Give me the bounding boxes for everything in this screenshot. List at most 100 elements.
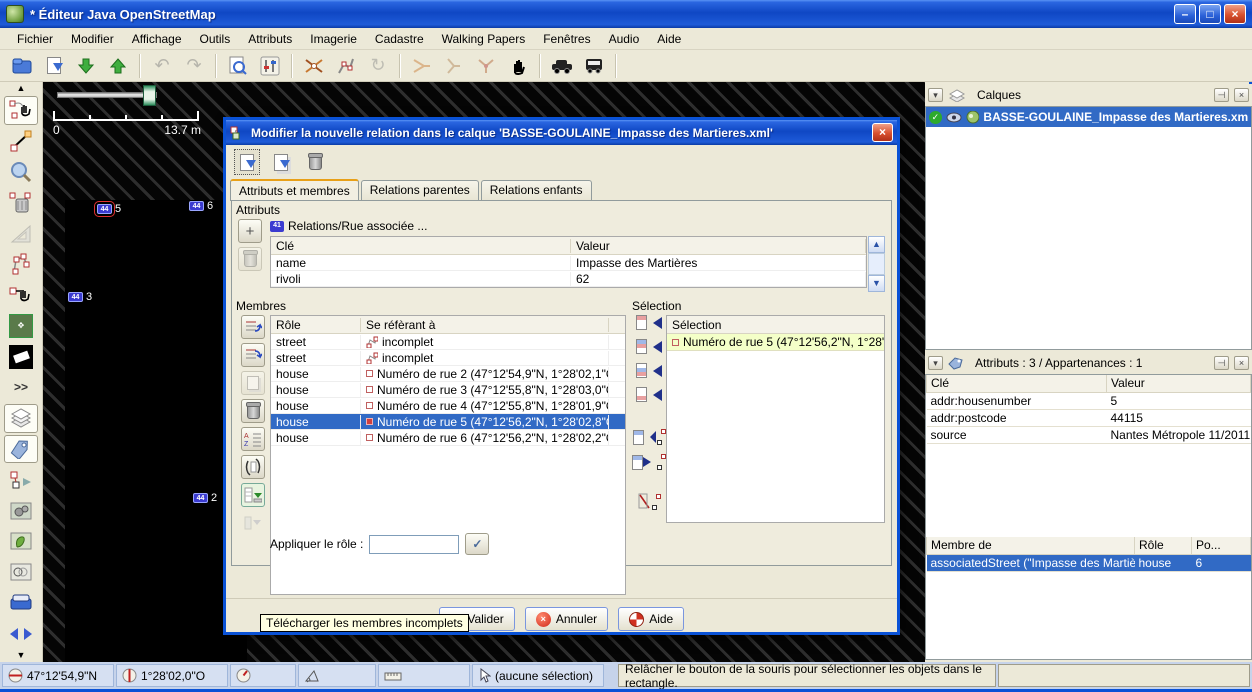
zoom-slider-handle[interactable] (143, 85, 156, 106)
apply-role-confirm-button[interactable]: ✓ (465, 533, 489, 555)
tab-parent-relations[interactable]: Relations parentes (361, 180, 479, 200)
pan-map-tool-button[interactable]: ✥ (4, 311, 38, 340)
create-multipath-tool-button[interactable] (4, 250, 38, 279)
add-selection-above-button[interactable] (636, 339, 662, 354)
panel-stick-icon[interactable]: ⊣ (1214, 88, 1229, 102)
copy-members-button[interactable] (241, 371, 265, 395)
panel-close-icon[interactable]: × (1234, 88, 1249, 102)
layer-visible-eye-icon[interactable] (946, 112, 962, 123)
relation-tag-row[interactable]: rivoli 62 (271, 271, 866, 287)
move-member-down-button[interactable] (241, 343, 265, 367)
measure-tool-button[interactable] (4, 219, 38, 248)
col-key[interactable]: Clé (271, 239, 571, 253)
toggle-properties-panel-button[interactable] (4, 435, 38, 464)
move-member-up-button[interactable] (241, 315, 265, 339)
tags-col-key[interactable]: Clé (927, 375, 1107, 392)
select-members-in-selection-button[interactable] (632, 454, 666, 470)
toggle-relations-panel-button[interactable] (4, 465, 38, 494)
member-row[interactable]: house Numéro de rue 6 (47°12'56,2"N, 1°2… (271, 430, 625, 446)
map-node-5[interactable]: 44 5 (97, 203, 121, 215)
refresh-button[interactable]: ↻ (364, 53, 392, 79)
select-members-button[interactable] (633, 429, 666, 445)
preferences-button[interactable] (256, 53, 284, 79)
membership-col-role[interactable]: Rôle (1135, 537, 1192, 554)
col-refers-to[interactable]: Se réfèrant à (361, 318, 609, 332)
layer-row[interactable]: ✓ BASSE-GOULAINE_Impasse des Martieres.x… (926, 107, 1251, 127)
delete-tag-button[interactable] (238, 247, 262, 271)
map-zoom-slider[interactable] (57, 92, 157, 98)
download-arrow-button[interactable] (72, 53, 100, 79)
menu-fenetres[interactable]: Fenêtres (534, 29, 599, 49)
tag-row[interactable]: source Nantes Métropole 11/2011 (927, 426, 1251, 443)
menu-fichier[interactable]: Fichier (8, 29, 62, 49)
layer-active-check-icon[interactable]: ✓ (929, 111, 942, 124)
add-selection-top-button[interactable] (636, 315, 662, 330)
panel-stick-icon[interactable]: ⊣ (1214, 356, 1229, 370)
toggle-conflicts-panel-button[interactable] (4, 527, 38, 556)
preset-row[interactable]: 41 Relations/Rue associée ... (270, 218, 427, 234)
scroll-down-icon[interactable]: ▼ (868, 275, 885, 292)
menu-outils[interactable]: Outils (191, 29, 240, 49)
relation-tag-row[interactable]: name Impasse des Martières (271, 255, 866, 271)
unglue-button[interactable] (472, 53, 500, 79)
tag-row[interactable]: addr:housenumber 5 (927, 392, 1251, 409)
toggle-validator-panel-button[interactable] (4, 588, 38, 617)
menu-audio[interactable]: Audio (600, 29, 649, 49)
select-tool-button[interactable] (4, 96, 38, 125)
member-row[interactable]: house Numéro de rue 2 (47°12'54,9"N, 1°2… (271, 366, 625, 382)
toolbar-scroll-up-icon[interactable]: ▲ (4, 82, 38, 95)
toggle-commands-panel-button[interactable] (4, 496, 38, 525)
dialog-close-button[interactable]: × (872, 123, 893, 142)
membership-col-position[interactable]: Po... (1192, 537, 1251, 554)
member-row[interactable]: house Numéro de rue 4 (47°12'55,8"N, 1°2… (271, 398, 625, 414)
map-node-6[interactable]: 44 6 (189, 200, 213, 212)
toggle-selection-panel-button[interactable] (4, 558, 38, 587)
member-row[interactable]: street incomplet (271, 334, 625, 350)
maximize-button[interactable]: □ (1199, 4, 1221, 24)
delete-relation-button[interactable] (302, 149, 328, 175)
toggle-layers-panel-button[interactable] (4, 404, 38, 433)
map-node-3[interactable]: 44 3 (68, 291, 92, 303)
new-layer-button[interactable] (8, 53, 36, 79)
draw-node-tool-button[interactable] (4, 127, 38, 156)
apply-changes-button[interactable] (234, 149, 260, 175)
col-selection[interactable]: Sélection (667, 318, 884, 332)
col-value[interactable]: Valeur (571, 239, 866, 253)
map-node-2[interactable]: 44 2 (193, 492, 217, 504)
add-selection-below-button[interactable] (636, 363, 662, 378)
download-incomplete-members-button[interactable] (241, 483, 265, 507)
menu-cadastre[interactable]: Cadastre (366, 29, 433, 49)
move-node-tool-button[interactable] (4, 281, 38, 310)
redo-button[interactable]: ↷ (180, 53, 208, 79)
tags-scrollbar[interactable]: ▲ ▼ (868, 236, 885, 292)
join-node-way-button[interactable] (440, 53, 468, 79)
bus-preset-button[interactable] (580, 53, 608, 79)
membership-row[interactable]: associatedStreet ("Impasse des Martières… (927, 554, 1251, 571)
duplicate-relation-button[interactable] (268, 149, 294, 175)
reverse-order-button[interactable] (241, 455, 265, 479)
minimize-button[interactable]: – (1174, 4, 1196, 24)
toolbar-scroll-down-icon[interactable]: ▼ (4, 649, 38, 662)
member-row-selected[interactable]: house Numéro de rue 5 (47°12'56,2"N, 1°2… (271, 414, 625, 430)
download-selected-members-button[interactable] (241, 511, 265, 535)
close-button[interactable]: × (1224, 4, 1246, 24)
extrude-tool-button[interactable] (4, 342, 38, 371)
split-way-button[interactable] (300, 53, 328, 79)
sort-members-button[interactable]: AZ (241, 427, 265, 451)
add-tag-button[interactable]: + (238, 219, 262, 243)
merge-nodes-button[interactable] (408, 53, 436, 79)
membership-col-memberof[interactable]: Membre de (927, 537, 1135, 554)
cancel-button[interactable]: ×Annuler (525, 607, 608, 631)
help-button[interactable]: Aide (618, 607, 684, 631)
tag-row[interactable]: addr:postcode 44115 (927, 409, 1251, 426)
delete-tool-button[interactable] (4, 188, 38, 217)
scroll-up-icon[interactable]: ▲ (868, 236, 885, 253)
menu-walking-papers[interactable]: Walking Papers (433, 29, 535, 49)
apply-role-input[interactable] (369, 535, 459, 554)
undo-button[interactable]: ↶ (148, 53, 176, 79)
menu-attributs[interactable]: Attributs (239, 29, 301, 49)
more-tools-button[interactable]: >> (4, 373, 38, 402)
hand-tool-button[interactable] (504, 53, 532, 79)
panel-close-icon[interactable]: × (1234, 356, 1249, 370)
menu-affichage[interactable]: Affichage (123, 29, 191, 49)
